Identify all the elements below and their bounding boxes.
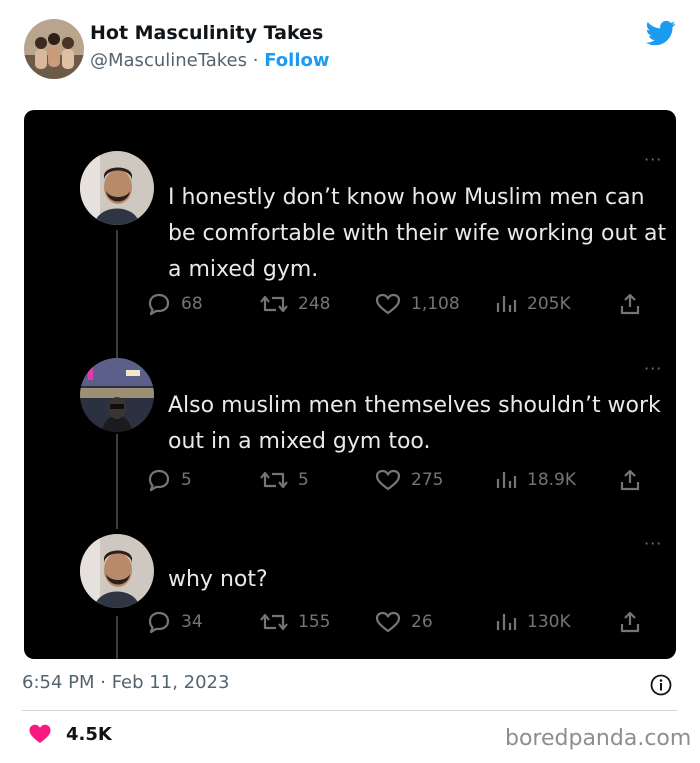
more-icon[interactable]: ··· bbox=[644, 150, 662, 169]
like-icon bbox=[375, 469, 401, 491]
follow-link[interactable]: Follow bbox=[264, 50, 329, 71]
likes-summary[interactable]: 4.5K bbox=[28, 723, 112, 745]
thread-connector bbox=[116, 230, 118, 358]
footer-divider bbox=[22, 710, 677, 711]
watermark: boredpanda.com bbox=[505, 726, 692, 751]
retweet-count: 155 bbox=[298, 612, 331, 632]
reply-count: 34 bbox=[181, 612, 203, 632]
views-count: 130K bbox=[527, 612, 571, 632]
reply-icon bbox=[148, 293, 170, 316]
thread-connector bbox=[116, 616, 118, 659]
like-count: 275 bbox=[411, 470, 444, 490]
reply-icon bbox=[148, 611, 170, 634]
retweet-action[interactable]: 155 bbox=[259, 610, 330, 634]
heart-icon bbox=[29, 724, 51, 743]
share-action[interactable] bbox=[618, 468, 642, 492]
tweet-avatar[interactable] bbox=[80, 534, 154, 608]
share-icon bbox=[620, 611, 640, 633]
views-count: 205K bbox=[527, 294, 571, 314]
tweet-text: Also muslim men themselves shouldn’t wor… bbox=[168, 393, 661, 454]
views-count: 18.9K bbox=[527, 470, 576, 490]
share-icon bbox=[620, 469, 640, 491]
tweet-avatar[interactable] bbox=[80, 358, 154, 432]
info-icon[interactable] bbox=[650, 674, 672, 696]
handle-row: @MasculineTakes · Follow bbox=[90, 50, 330, 71]
thread-screenshot: ··· I honestly don’t know how Muslim men… bbox=[24, 110, 676, 659]
retweet-icon bbox=[260, 613, 288, 631]
retweet-count: 5 bbox=[298, 470, 309, 490]
reply-action[interactable]: 68 bbox=[146, 292, 203, 316]
tweet-timestamp[interactable]: 6:54 PM · Feb 11, 2023 bbox=[22, 672, 229, 693]
like-icon bbox=[375, 611, 401, 633]
reply-action[interactable]: 5 bbox=[146, 468, 192, 492]
account-handle[interactable]: @MasculineTakes bbox=[90, 50, 247, 71]
retweet-count: 248 bbox=[298, 294, 331, 314]
handle-separator: · bbox=[252, 50, 259, 71]
share-action[interactable] bbox=[618, 292, 642, 316]
reply-icon bbox=[148, 469, 170, 492]
thread-connector bbox=[116, 434, 118, 529]
share-action[interactable] bbox=[618, 610, 642, 634]
retweet-action[interactable]: 5 bbox=[259, 468, 309, 492]
like-action[interactable]: 1,108 bbox=[374, 292, 460, 316]
like-action[interactable]: 26 bbox=[374, 610, 433, 634]
retweet-icon bbox=[260, 471, 288, 489]
retweet-icon bbox=[260, 295, 288, 313]
like-count: 1,108 bbox=[411, 294, 460, 314]
tweet-text: why not? bbox=[168, 567, 268, 592]
reply-count: 68 bbox=[181, 294, 203, 314]
reply-action[interactable]: 34 bbox=[146, 610, 203, 634]
tweet-text: I honestly don’t know how Muslim men can… bbox=[168, 185, 667, 282]
more-icon[interactable]: ··· bbox=[644, 359, 662, 378]
reply-count: 5 bbox=[181, 470, 192, 490]
like-icon bbox=[375, 293, 401, 315]
tweet-card: Hot Masculinity Takes @MasculineTakes · … bbox=[0, 0, 700, 763]
account-name[interactable]: Hot Masculinity Takes bbox=[90, 22, 323, 44]
like-count: 26 bbox=[411, 612, 433, 632]
more-icon[interactable]: ··· bbox=[644, 534, 662, 553]
tweet-avatar[interactable] bbox=[80, 151, 154, 225]
like-action[interactable]: 275 bbox=[374, 468, 443, 492]
retweet-action[interactable]: 248 bbox=[259, 292, 330, 316]
likes-count: 4.5K bbox=[66, 723, 112, 745]
share-icon bbox=[620, 293, 640, 315]
views-action[interactable]: 130K bbox=[494, 610, 571, 634]
views-icon bbox=[496, 296, 517, 312]
views-action[interactable]: 205K bbox=[494, 292, 571, 316]
views-action[interactable]: 18.9K bbox=[494, 468, 576, 492]
views-icon bbox=[496, 472, 517, 488]
twitter-bird-icon[interactable] bbox=[645, 18, 677, 48]
account-avatar[interactable] bbox=[24, 19, 84, 79]
views-icon bbox=[496, 614, 517, 630]
